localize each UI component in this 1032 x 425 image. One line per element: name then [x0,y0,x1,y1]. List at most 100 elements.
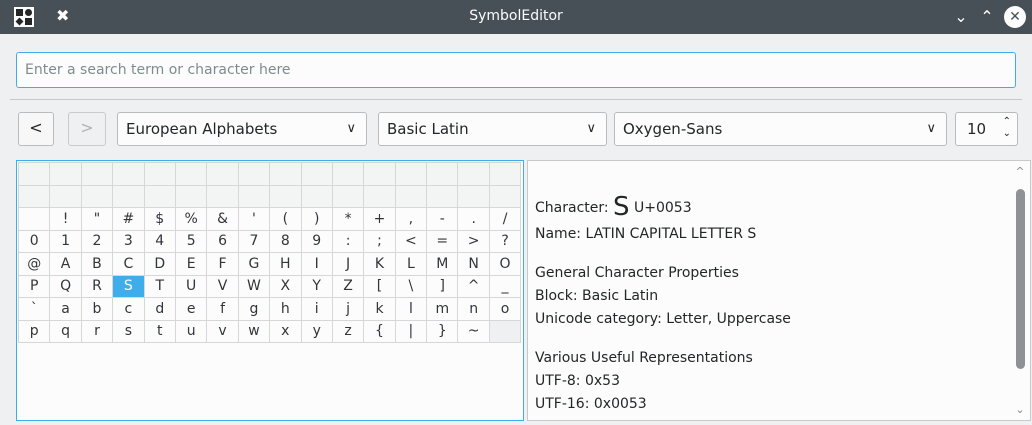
grid-cell[interactable] [426,162,459,186]
grid-cell[interactable]: E [174,252,208,276]
grid-cell[interactable]: M [426,252,459,276]
grid-cell[interactable] [363,184,396,208]
grid-cell[interactable]: $ [143,207,176,231]
grid-cell[interactable] [206,184,239,208]
grid-cell[interactable]: # [112,207,145,231]
grid-cell[interactable]: x [269,319,302,343]
grid-cell[interactable] [331,162,365,186]
grid-cell[interactable] [394,184,428,208]
grid-cell[interactable]: B [80,252,114,276]
grid-cell[interactable]: * [331,207,365,231]
grid-cell[interactable]: i [300,297,333,321]
grid-cell[interactable]: % [174,207,208,231]
grid-cell[interactable]: N [457,252,490,276]
grid-cell[interactable]: v [206,319,239,343]
spin-up-icon[interactable]: ⌃ [1003,116,1011,128]
grid-cell[interactable] [237,162,271,186]
grid-cell[interactable]: s [112,319,145,343]
grid-cell[interactable] [457,162,490,186]
grid-cell[interactable]: A [49,252,82,276]
grid-cell[interactable] [300,162,333,186]
grid-cell[interactable]: h [269,297,302,321]
grid-cell[interactable]: ! [49,207,82,231]
grid-cell[interactable]: r [80,319,114,343]
grid-cell[interactable]: 6 [206,229,239,253]
scrollbar-thumb[interactable] [1016,189,1025,369]
info-scrollbar[interactable]: ^ ⌄ [1013,165,1027,417]
grid-cell[interactable] [237,184,271,208]
grid-cell[interactable]: } [426,319,459,343]
grid-cell[interactable]: g [237,297,271,321]
grid-cell[interactable] [331,184,365,208]
grid-cell[interactable]: < [394,229,428,253]
grid-cell[interactable]: J [331,252,365,276]
font-size-spinbox[interactable]: 10 ⌃ ⌄ [955,112,1018,146]
character-grid[interactable]: ! " # $% & '() * +, -./0 1 2 3 4 5 6 7 8 9:; < = >? @ A B C D E F G H… [16,160,524,421]
grid-cell[interactable]: ( [269,207,302,231]
grid-cell[interactable]: S [112,274,145,298]
font-combo[interactable]: Oxygen-Sans ∨ [614,112,947,146]
grid-cell[interactable]: R [80,274,114,298]
grid-cell[interactable]: H [269,252,302,276]
grid-cell[interactable] [143,162,176,186]
grid-cell[interactable]: 9 [300,229,333,253]
grid-cell[interactable]: 3 [112,229,145,253]
grid-cell[interactable] [112,162,145,186]
grid-cell[interactable]: n [457,297,490,321]
grid-cell[interactable]: ? [488,229,522,253]
grid-cell[interactable]: j [331,297,365,321]
grid-cell[interactable] [488,184,522,208]
grid-cell[interactable] [80,162,114,186]
grid-cell[interactable]: Q [49,274,82,298]
grid-cell[interactable]: d [143,297,176,321]
grid-cell[interactable] [112,184,145,208]
grid-cell[interactable] [17,207,51,231]
grid-cell[interactable]: K [363,252,396,276]
grid-cell[interactable]: + [363,207,396,231]
grid-cell[interactable]: I [300,252,333,276]
grid-cell[interactable]: W [237,274,271,298]
grid-cell[interactable]: : [331,229,365,253]
grid-cell[interactable] [269,162,302,186]
grid-cell[interactable]: / [488,207,522,231]
grid-cell[interactable]: 2 [80,229,114,253]
grid-cell[interactable]: f [206,297,239,321]
grid-cell[interactable]: _ [488,274,522,298]
back-button[interactable]: < [18,112,54,146]
grid-cell[interactable]: ] [426,274,459,298]
grid-cell[interactable]: ~ [457,319,490,343]
grid-cell[interactable]: T [143,274,176,298]
grid-cell[interactable]: 1 [49,229,82,253]
grid-cell[interactable]: t [143,319,176,343]
forward-button[interactable]: > [68,112,106,146]
minimize-button[interactable]: ⌄ [950,6,972,28]
grid-cell[interactable]: Z [331,274,365,298]
grid-cell[interactable] [143,184,176,208]
grid-cell[interactable] [426,184,459,208]
grid-cell[interactable]: U [174,274,208,298]
grid-cell[interactable]: , [394,207,428,231]
grid-cell[interactable]: a [49,297,82,321]
grid-cell[interactable] [17,184,51,208]
grid-cell[interactable]: ) [300,207,333,231]
grid-cell[interactable] [206,162,239,186]
grid-cell[interactable]: . [457,207,490,231]
grid-cell[interactable] [269,184,302,208]
grid-cell[interactable]: u [174,319,208,343]
block-combo[interactable]: Basic Latin ∨ [378,112,607,146]
grid-cell[interactable]: > [457,229,490,253]
grid-cell[interactable]: o [488,297,522,321]
grid-cell[interactable]: k [363,297,396,321]
grid-cell[interactable]: c [112,297,145,321]
grid-cell[interactable]: O [488,252,522,276]
maximize-button[interactable]: ⌃ [976,6,998,28]
grid-cell[interactable] [49,162,82,186]
grid-cell[interactable]: 0 [17,229,51,253]
grid-cell[interactable]: G [237,252,271,276]
close-button[interactable]: ✕ [1004,6,1026,28]
grid-cell[interactable]: ^ [457,274,490,298]
grid-cell[interactable]: 8 [269,229,302,253]
search-input[interactable] [16,52,1016,88]
grid-cell[interactable]: p [17,319,51,343]
grid-cell[interactable]: 5 [174,229,208,253]
